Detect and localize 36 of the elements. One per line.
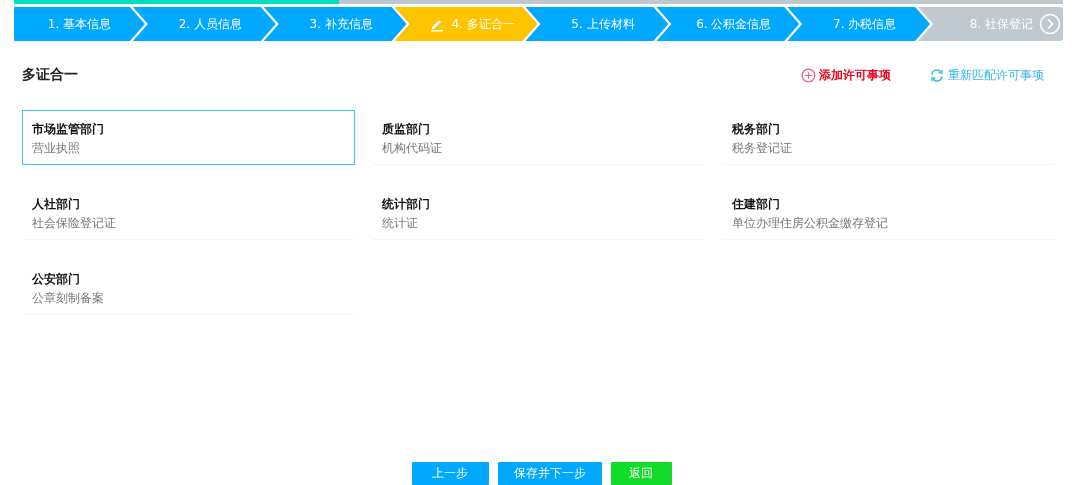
department-card[interactable]: 市场监管部门 营业执照 bbox=[22, 110, 355, 165]
license-name: 社会保险登记证 bbox=[32, 215, 117, 232]
department-card[interactable]: 税务部门 税务登记证 bbox=[722, 110, 1055, 165]
footer-button[interactable]: 保存并下一步 bbox=[497, 462, 602, 485]
step-tab[interactable]: 7. 办税信息 bbox=[787, 7, 931, 41]
step-tab[interactable]: 6. 公积金信息 bbox=[656, 7, 800, 41]
step-tab[interactable]: 5. 上传材料 bbox=[525, 7, 669, 41]
action-link[interactable]: 重新匹配许可事项 bbox=[929, 66, 1044, 84]
step-tab[interactable]: 4. 多证合一 bbox=[394, 7, 538, 41]
action-link[interactable]: 添加许可事项 bbox=[801, 66, 891, 84]
refresh-icon bbox=[929, 67, 945, 83]
department-name: 统计部门 bbox=[382, 196, 431, 213]
step-tab[interactable]: 3. 补充信息 bbox=[263, 7, 407, 41]
department-card[interactable]: 人社部门 社会保险登记证 bbox=[22, 185, 355, 240]
license-name: 公章刻制备案 bbox=[32, 290, 105, 307]
step-tab[interactable]: 1. 基本信息 bbox=[14, 7, 145, 41]
license-name: 营业执照 bbox=[32, 140, 81, 157]
department-card[interactable]: 公安部门 公章刻制备案 bbox=[22, 260, 355, 315]
add-circle-icon bbox=[801, 67, 816, 83]
department-name: 市场监管部门 bbox=[32, 121, 105, 138]
footer-button[interactable]: 上一步 bbox=[411, 462, 489, 485]
department-card[interactable]: 质监部门 机构代码证 bbox=[372, 110, 705, 165]
department-card[interactable]: 住建部门 单位办理住房公积金缴存登记 bbox=[722, 185, 1055, 240]
department-name: 人社部门 bbox=[32, 196, 81, 213]
department-name: 质监部门 bbox=[382, 121, 431, 138]
department-name: 税务部门 bbox=[732, 121, 781, 138]
license-name: 税务登记证 bbox=[732, 140, 793, 157]
step-tab[interactable]: 2. 人员信息 bbox=[132, 7, 276, 41]
license-name: 机构代码证 bbox=[382, 140, 443, 157]
department-card[interactable]: 统计部门 统计证 bbox=[372, 185, 705, 240]
license-name: 单位办理住房公积金缴存登记 bbox=[732, 215, 889, 232]
footer-button[interactable]: 返回 bbox=[610, 462, 672, 485]
department-name: 公安部门 bbox=[32, 271, 81, 288]
department-name: 住建部门 bbox=[732, 196, 781, 213]
license-name: 统计证 bbox=[382, 215, 419, 232]
section-title: 多证合一 bbox=[22, 66, 78, 84]
